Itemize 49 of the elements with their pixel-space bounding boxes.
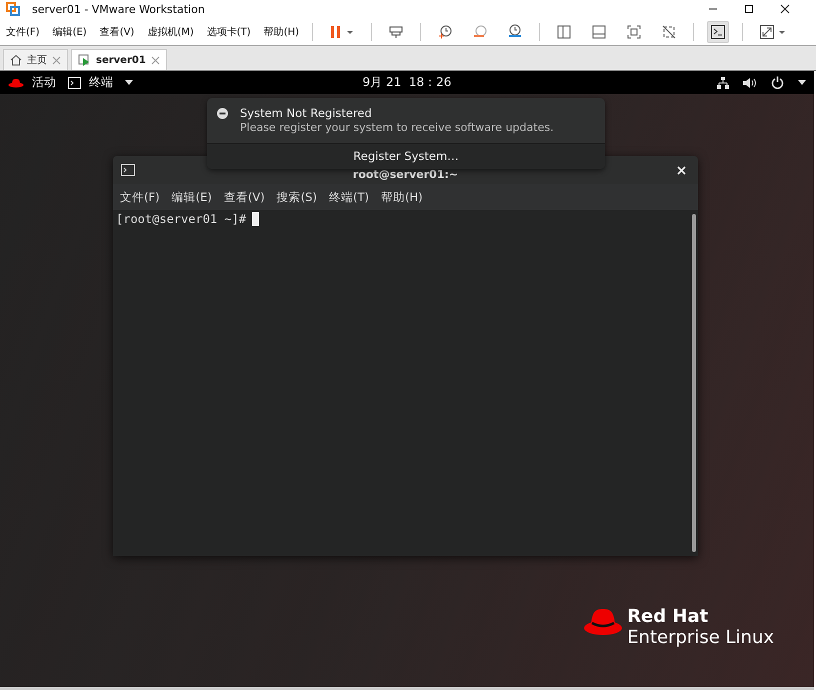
dropdown-icon[interactable]: [798, 80, 806, 85]
register-system-button[interactable]: Register System…: [207, 143, 605, 169]
dropdown-icon: [125, 80, 133, 85]
hat-icon: [8, 78, 24, 88]
logo-subtitle: Enterprise Linux: [627, 627, 774, 649]
terminal-icon: [68, 76, 81, 88]
menu-item[interactable]: 查看(V): [100, 25, 134, 39]
panel-icon[interactable]: [556, 24, 572, 40]
volume-icon[interactable]: [743, 76, 757, 88]
notification-title: System Not Registered: [240, 106, 373, 120]
activities-button[interactable]: 活动: [32, 74, 56, 91]
clock[interactable]: 9月 21 18：26: [362, 74, 452, 91]
menu-item[interactable]: 编辑(E): [52, 25, 87, 39]
menu-item[interactable]: 查看(V): [224, 190, 265, 204]
hat-logo-icon: [583, 607, 624, 637]
app-menu-button[interactable]: 终端: [89, 74, 113, 91]
minus-circle-icon: [217, 108, 228, 119]
close-icon[interactable]: [780, 4, 790, 14]
menu-item[interactable]: 文件(F): [6, 25, 40, 39]
window-title: server01 - VMware Workstation: [32, 2, 205, 16]
app-icon: [6, 2, 20, 16]
text-cursor: [252, 212, 260, 226]
notification-body: Please register your system to receive software updates.: [240, 121, 554, 134]
shell-prompt: [root@server01 ~]#: [116, 212, 246, 226]
maximize-icon[interactable]: [744, 4, 754, 14]
crossed-frame-icon[interactable]: [661, 24, 678, 40]
menu-item[interactable]: 虚拟机(M): [147, 25, 194, 39]
menu-item[interactable]: 编辑(E): [172, 190, 212, 204]
network-icon[interactable]: [717, 76, 729, 88]
vm-icon: [78, 54, 91, 66]
terminal-title: root@server01:~: [352, 168, 458, 181]
terminal-icon: [121, 164, 135, 176]
tab[interactable]: server01: [71, 49, 167, 70]
scrollbar[interactable]: [692, 214, 696, 552]
monitor-icon[interactable]: [388, 24, 404, 40]
frame-icon[interactable]: [626, 24, 642, 40]
menu-item[interactable]: 选项卡(T): [206, 25, 251, 39]
menu-item[interactable]: 终端(T): [328, 190, 369, 204]
panel-icon[interactable]: [591, 24, 608, 40]
tab[interactable]: 主页: [3, 49, 68, 70]
expand-icon[interactable]: [759, 24, 788, 40]
logo-title: Red Hat: [627, 607, 710, 627]
menu-item[interactable]: 文件(F): [120, 190, 160, 204]
pause-icon[interactable]: [329, 24, 356, 40]
menu-item[interactable]: 搜索(S): [276, 190, 317, 204]
home-icon: [10, 54, 22, 66]
menu-item[interactable]: 帮助(H): [380, 190, 423, 204]
menu-item[interactable]: 帮助(H): [264, 25, 300, 39]
power-icon[interactable]: [771, 76, 784, 89]
